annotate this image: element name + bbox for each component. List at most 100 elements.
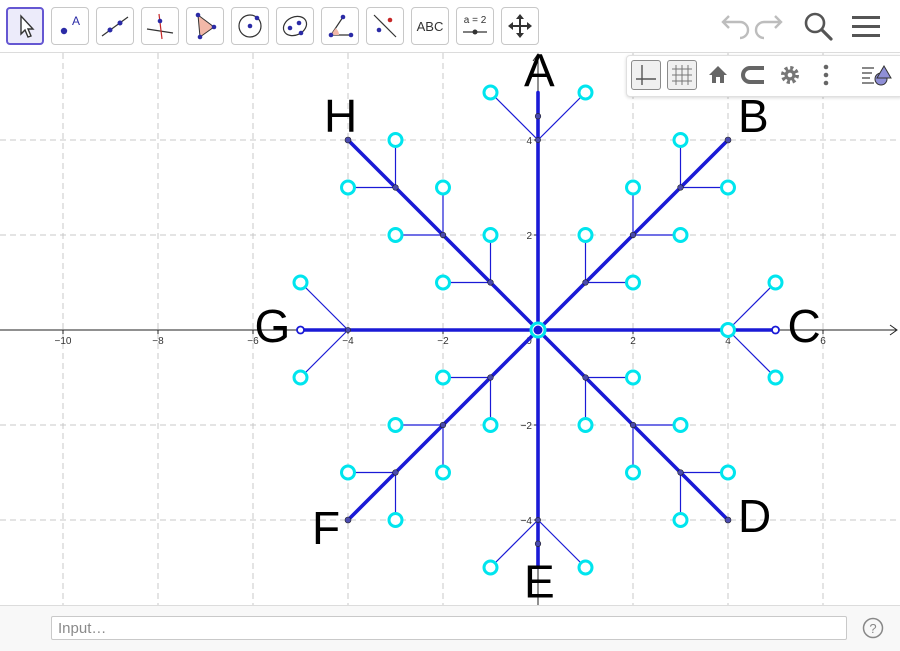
cyan-handle-point: [720, 464, 736, 481]
graphics-settings-button[interactable]: [775, 60, 805, 90]
branch-node: [677, 184, 684, 191]
cyan-handle-point: [482, 84, 499, 101]
cyan-handle-point: [340, 464, 356, 481]
undo-icon: [721, 15, 750, 40]
ellipse-icon: [282, 15, 308, 37]
center-point: [533, 325, 543, 335]
point-capturing-icon: [741, 66, 764, 84]
coordinate-plane[interactable]: −10−8−6−4−20246642−2−4−6 ABCDEFGH: [0, 53, 900, 605]
main-menu-button[interactable]: [850, 10, 882, 42]
point-label-g: G: [255, 300, 291, 352]
search-button[interactable]: [802, 10, 834, 42]
branch-node: [677, 469, 684, 476]
cyan-handle-point: [482, 559, 499, 576]
spoke-end-point: [344, 516, 352, 524]
cyan-handle-point: [625, 179, 641, 196]
point-label-b: B: [738, 90, 769, 142]
more-options-button[interactable]: [811, 60, 841, 90]
cyan-handle-point: [577, 84, 594, 101]
axes-toggle-button[interactable]: [631, 60, 661, 90]
y-tick-label: 4: [526, 136, 532, 147]
algebra-input-bar: Input… ?: [0, 605, 900, 651]
cyan-handle-point: [482, 417, 499, 433]
cyan-handle-point: [292, 369, 309, 386]
line-icon: [101, 16, 129, 37]
branch-node: [345, 327, 351, 333]
x-tick-label: −4: [342, 336, 354, 347]
perpendicular-line-tool[interactable]: [141, 7, 179, 45]
branch-segment: [537, 91, 587, 141]
standard-view-button[interactable]: [703, 60, 733, 90]
free-point: [296, 325, 305, 335]
angle-tool[interactable]: [321, 7, 359, 45]
cyan-handle-point: [482, 227, 499, 243]
snowflake-figure[interactable]: [292, 84, 784, 576]
cyan-handle-point: [625, 274, 641, 291]
slider-icon: a = 2: [463, 15, 487, 35]
angle-icon: [328, 14, 354, 38]
cyan-handle-point: [435, 274, 451, 291]
line-tool[interactable]: [96, 7, 134, 45]
x-tick-label: −2: [437, 336, 449, 347]
cyan-handle-point: [387, 417, 404, 433]
reflect-tool[interactable]: [366, 7, 404, 45]
slider-tool[interactable]: a = 2: [456, 7, 494, 45]
point-icon: A: [60, 14, 80, 35]
branch-node: [392, 469, 399, 476]
undo-button[interactable]: [718, 10, 750, 42]
toggle-style-bar-button[interactable]: [859, 60, 895, 90]
help-icon[interactable]: ?: [862, 617, 884, 639]
branch-node: [582, 279, 589, 286]
arrow-cursor-icon: [20, 14, 35, 38]
branch-segment: [299, 281, 349, 331]
cyan-handle-point: [625, 464, 641, 481]
branch-node: [535, 517, 541, 523]
cyan-handle-point: [672, 227, 689, 243]
home-icon: [709, 66, 727, 83]
spoke-end-point: [534, 540, 542, 547]
cyan-handle-point: [292, 274, 309, 291]
x-tick-label: −10: [55, 336, 72, 347]
cyan-handle-point: [672, 132, 689, 148]
redo-icon: [754, 15, 783, 40]
move-tool[interactable]: [6, 7, 44, 45]
point-label-a: A: [524, 53, 555, 97]
cyan-handle-point: [767, 274, 784, 291]
branch-node: [629, 231, 637, 239]
point-tool[interactable]: A: [51, 7, 89, 45]
input-field[interactable]: Input…: [51, 616, 847, 640]
point-capturing-button[interactable]: [739, 60, 769, 90]
point-label-e: E: [524, 556, 555, 606]
circle-tool[interactable]: [231, 7, 269, 45]
branch-node: [535, 137, 541, 143]
spoke-end-point: [724, 516, 732, 524]
grid-toggle-button[interactable]: [667, 60, 697, 90]
reflect-icon: [373, 14, 397, 38]
branch-segment: [727, 281, 777, 331]
point-label-f: F: [312, 502, 340, 554]
cyan-handle-point: [625, 369, 641, 386]
text-tool[interactable]: ABC: [411, 7, 449, 45]
graphics-view[interactable]: −10−8−6−4−20246642−2−4−6 ABCDEFGH: [0, 53, 900, 605]
spoke-end-point: [534, 113, 542, 120]
cyan-handle-point: [435, 179, 451, 196]
branch-node: [439, 231, 447, 239]
cyan-handle-point: [435, 464, 451, 481]
style-bar-toggle-icon: [862, 65, 892, 86]
move-graphics-tool[interactable]: [501, 7, 539, 45]
polygon-icon: [195, 12, 217, 40]
menu-icon: [852, 16, 880, 37]
conic-tool[interactable]: [276, 7, 314, 45]
polygon-tool[interactable]: [186, 7, 224, 45]
point-label-d: D: [738, 490, 771, 542]
x-tick-label: −8: [152, 336, 164, 347]
branch-segment: [489, 91, 539, 141]
settings-icon: [781, 66, 799, 84]
help-button-label: ?: [869, 621, 876, 636]
point-label-c: C: [788, 300, 821, 352]
grid-toggle-icon: [672, 65, 692, 85]
cyan-handle-point: [767, 369, 784, 386]
redo-button[interactable]: [754, 10, 786, 42]
point-tool-label: A: [72, 14, 80, 28]
cyan-handle-point: [387, 512, 404, 528]
